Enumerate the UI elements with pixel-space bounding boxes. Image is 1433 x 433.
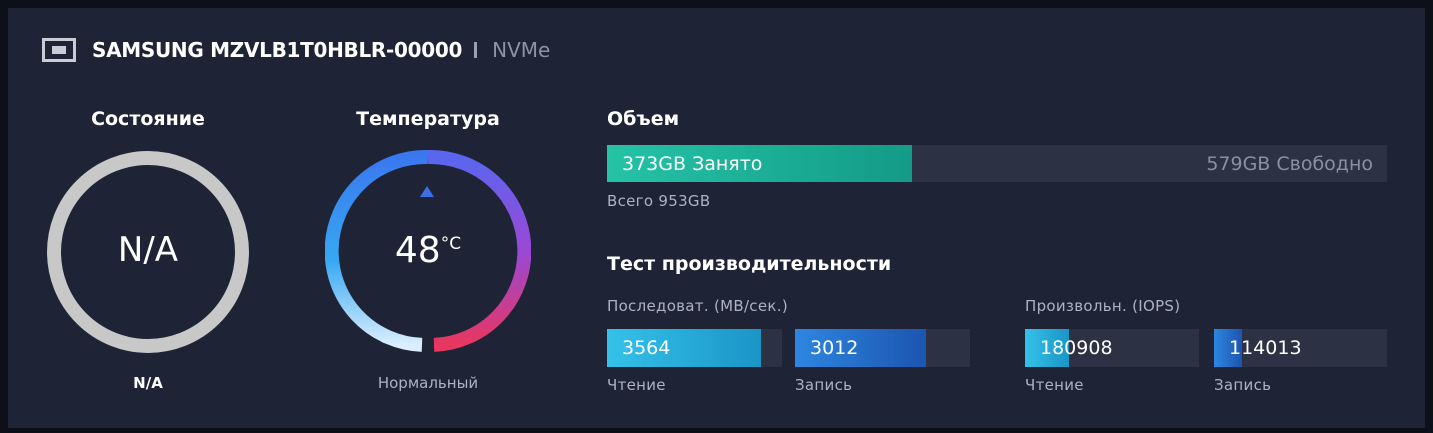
capacity-bar: 373GB Занято 579GB Свободно xyxy=(607,145,1387,182)
temperature-number: 48 xyxy=(394,230,441,271)
seq-write-bar: 3012 xyxy=(795,329,970,367)
seq-read-bar: 3564 xyxy=(607,329,782,367)
health-value: N/A xyxy=(117,230,179,270)
rand-write-value: 114013 xyxy=(1229,337,1302,359)
capacity-title: Объем xyxy=(607,108,680,130)
health-status: N/A xyxy=(133,374,163,392)
drive-interface: NVMe xyxy=(492,38,551,62)
drive-icon xyxy=(42,38,76,62)
temperature-title: Температура xyxy=(356,108,500,130)
temperature-value: 48°C xyxy=(325,230,531,271)
drive-header: SAMSUNG MZVLB1T0HBLR-00000 NVMe xyxy=(42,38,550,62)
capacity-total: Всего 953GB xyxy=(607,192,711,210)
rand-read-value: 180908 xyxy=(1040,337,1113,359)
temperature-status: Нормальный xyxy=(377,374,479,392)
seq-write-value: 3012 xyxy=(810,337,859,359)
health-title: Состояние xyxy=(91,108,205,130)
drive-model: SAMSUNG MZVLB1T0HBLR-00000 xyxy=(92,38,463,62)
temperature-unit: °C xyxy=(440,234,462,254)
performance-title: Тест производительности xyxy=(607,253,892,275)
seq-read-value: 3564 xyxy=(622,337,671,359)
rand-write-caption: Запись xyxy=(1214,376,1272,394)
capacity-free-label: 579GB Свободно xyxy=(1206,152,1373,175)
random-label: Произвольн. (IOPS) xyxy=(1025,297,1181,315)
seq-write-caption: Запись xyxy=(795,376,853,394)
rand-write-bar: 114013 xyxy=(1214,329,1387,367)
capacity-used-label: 373GB Занято xyxy=(622,152,763,175)
rand-read-caption: Чтение xyxy=(1025,376,1084,394)
drive-card: SAMSUNG MZVLB1T0HBLR-00000 NVMe Состояни… xyxy=(8,8,1425,428)
sequential-label: Последоват. (MB/сек.) xyxy=(607,297,788,315)
rand-read-bar: 180908 xyxy=(1025,329,1199,367)
header-separator xyxy=(474,42,478,58)
seq-read-caption: Чтение xyxy=(607,376,666,394)
